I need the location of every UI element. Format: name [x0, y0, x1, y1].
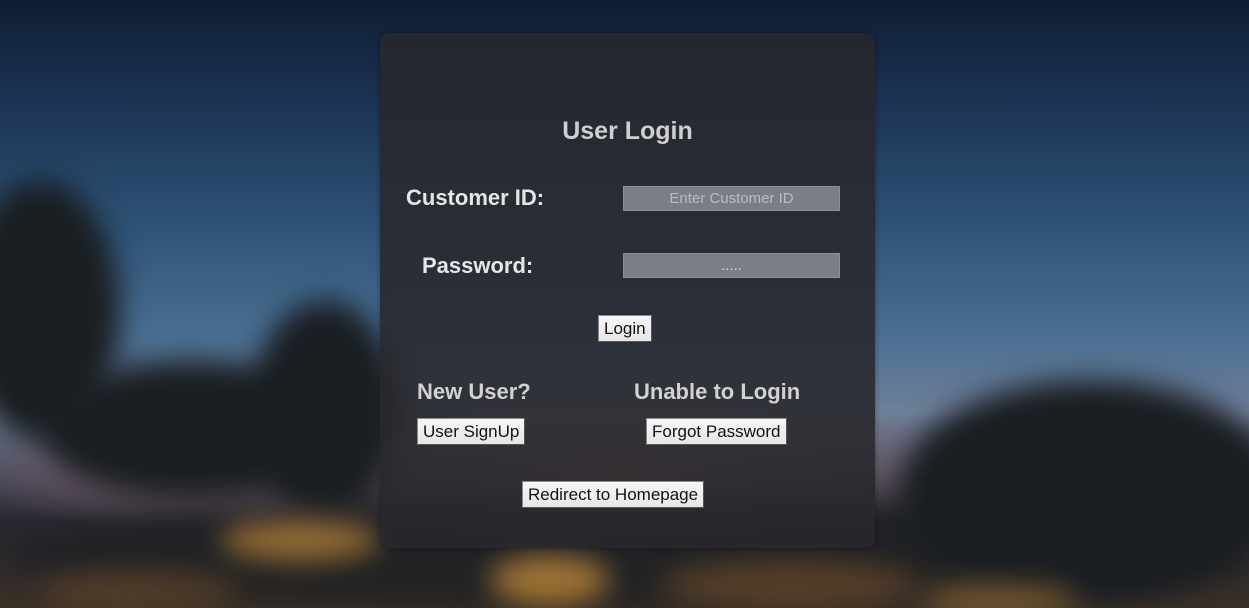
customer-id-label: Customer ID:: [406, 185, 545, 210]
page-title: User Login: [562, 117, 693, 145]
forgot-password-button[interactable]: Forgot Password: [646, 418, 787, 445]
customer-id-input[interactable]: [623, 186, 840, 211]
password-label: Password:: [422, 253, 534, 278]
unable-to-login-heading: Unable to Login: [634, 379, 801, 404]
login-button[interactable]: Login: [598, 315, 652, 342]
redirect-homepage-button[interactable]: Redirect to Homepage: [522, 481, 705, 508]
login-panel: User Login Customer ID: Password: Login …: [380, 33, 875, 548]
user-signup-button[interactable]: User SignUp: [417, 418, 526, 445]
password-input[interactable]: [623, 253, 840, 278]
new-user-heading: New User?: [417, 379, 531, 404]
